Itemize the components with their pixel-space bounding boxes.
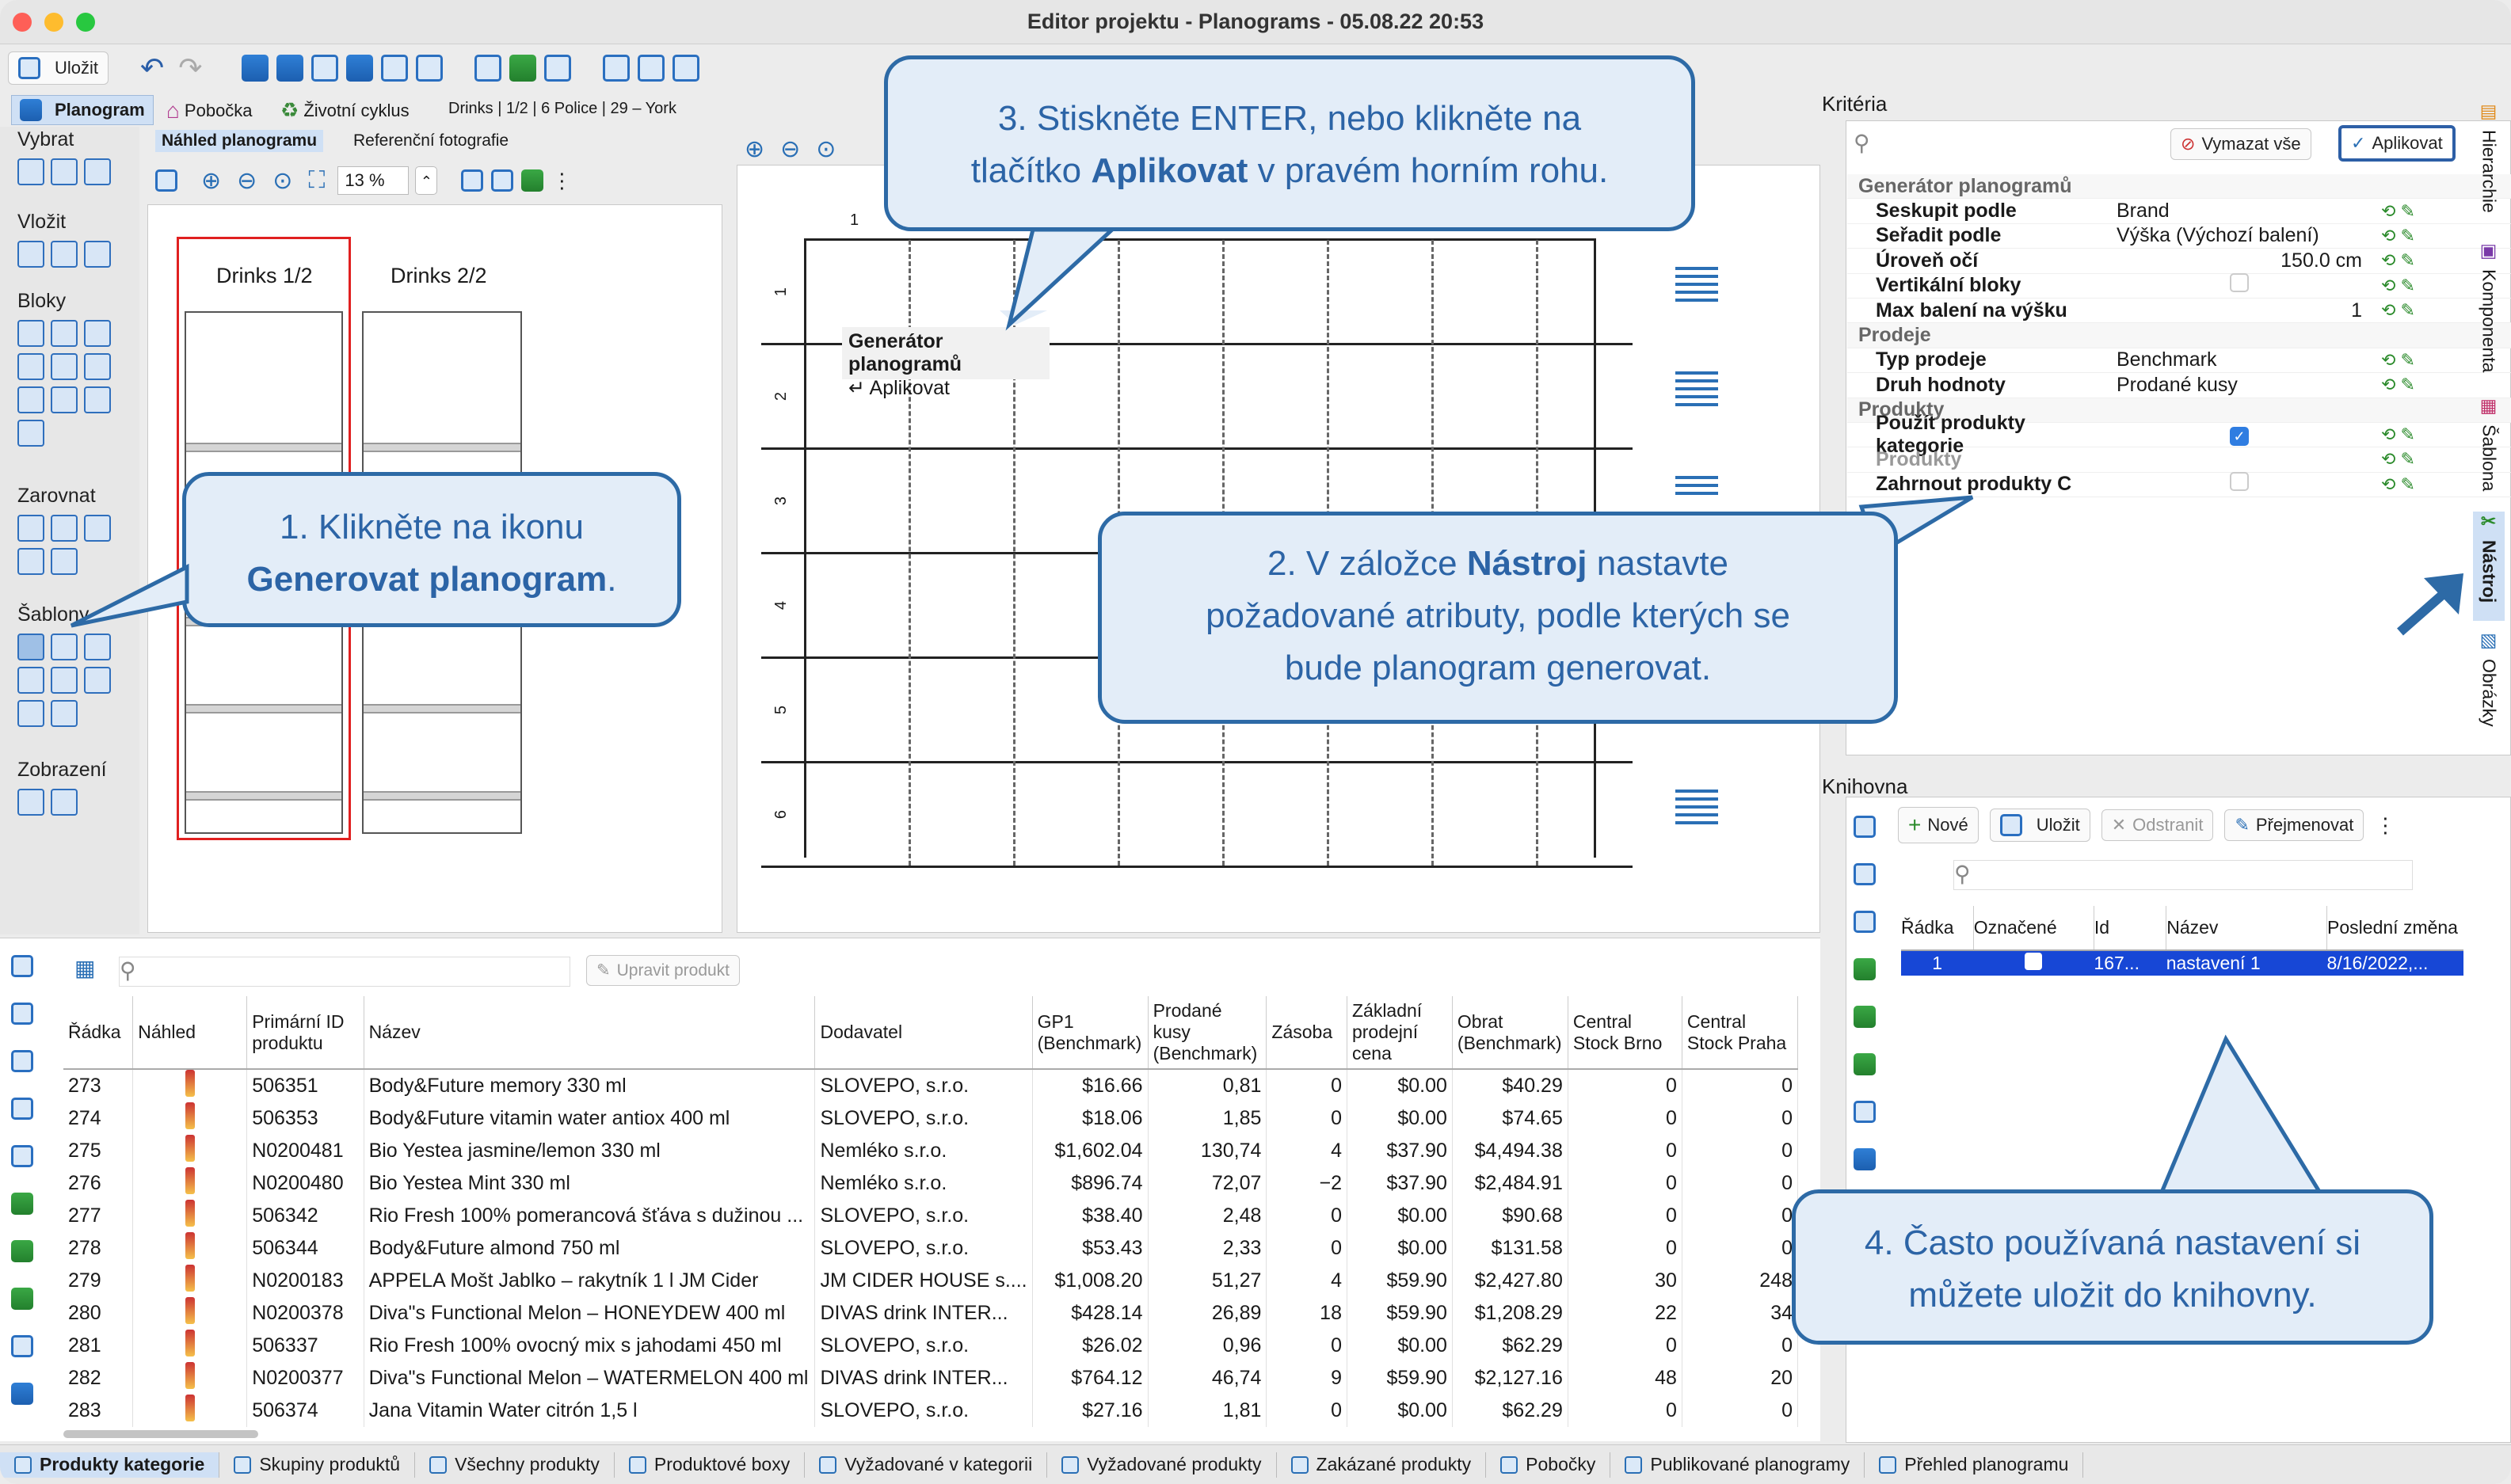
bottom-tab[interactable]: Pobočky xyxy=(1486,1452,1611,1478)
tab-icon xyxy=(1879,1455,1897,1474)
callout-text: tlačítko xyxy=(970,151,1092,190)
tab-icon xyxy=(14,1455,32,1474)
callout-4: 4. Často používaná nastavení si můžete u… xyxy=(1792,1189,2433,1345)
callout-text: 2. V záložce xyxy=(1267,544,1467,583)
callout-text: nastavte xyxy=(1587,544,1729,583)
tab-icon xyxy=(1290,1455,1309,1474)
tab-icon xyxy=(819,1455,837,1474)
app-window: Editor projektu - Planograms - 05.08.22 … xyxy=(0,0,2511,1484)
tab-icon xyxy=(1500,1455,1518,1474)
bottom-tab[interactable]: Vyžadované v kategorii xyxy=(805,1452,1048,1478)
callout-text: požadované atributy, podle kterých se xyxy=(1206,596,1790,635)
tab-label: Přehled planogramu xyxy=(1904,1454,2069,1474)
bottom-tab-bar: Produkty kategorie Skupiny produktů Všechn… xyxy=(0,1444,2511,1484)
tab-label: Všechny produkty xyxy=(455,1454,600,1474)
bottom-tab[interactable]: Vyžadované produkty xyxy=(1047,1452,1277,1478)
callout-text: 3. Stiskněte ENTER, nebo klikněte na xyxy=(997,99,1582,138)
bottom-tab[interactable]: Produkty kategorie xyxy=(0,1452,220,1478)
bottom-tab[interactable]: Všechny produkty xyxy=(415,1452,615,1478)
tab-label: Produktové boxy xyxy=(653,1454,791,1474)
callout-text: můžete uložit do knihovny. xyxy=(1908,1276,2317,1315)
tab-label: Produkty kategorie xyxy=(40,1454,205,1474)
tab-label: Vyžadované v kategorii xyxy=(844,1454,1033,1474)
callout-text: v pravém horním rohu. xyxy=(1248,151,1609,190)
tab-icon xyxy=(429,1455,448,1474)
bottom-tab[interactable]: Přehled planogramu xyxy=(1865,1452,2084,1478)
bottom-tab[interactable]: Skupiny produktů xyxy=(219,1452,416,1478)
callout-3-pointer xyxy=(1005,227,1118,331)
bottom-tab[interactable]: Zakázané produkty xyxy=(1277,1452,1487,1478)
tab-label: Vyžadované produkty xyxy=(1087,1454,1262,1474)
callout-2: 2. V záložce Nástroj nastavte požadované… xyxy=(1098,512,1898,724)
tab-label: Publikované planogramy xyxy=(1650,1454,1850,1474)
tab-icon xyxy=(628,1455,646,1474)
tab-label: Skupiny produktů xyxy=(259,1454,401,1474)
callout-text: bude planogram generovat. xyxy=(1284,649,1712,687)
callout-4-pointer xyxy=(2158,1034,2325,1197)
tab-icon xyxy=(1625,1455,1643,1474)
callout-1-pointer xyxy=(70,563,189,628)
bottom-tab[interactable]: Publikované planogramy xyxy=(1610,1452,1865,1478)
tab-icon xyxy=(234,1455,252,1474)
tab-label: Zakázané produkty xyxy=(1316,1454,1472,1474)
tab-label: Pobočky xyxy=(1526,1454,1596,1474)
callout-text-bold: Aplikovat xyxy=(1091,151,1248,190)
callout-3: 3. Stiskněte ENTER, nebo klikněte na tla… xyxy=(884,55,1695,231)
callout-text: 4. Často používaná nastavení si xyxy=(1864,1223,2361,1262)
callout-text-bold: Nástroj xyxy=(1466,544,1587,583)
tab-icon xyxy=(1061,1455,1080,1474)
bottom-tab[interactable]: Produktové boxy xyxy=(615,1452,806,1478)
